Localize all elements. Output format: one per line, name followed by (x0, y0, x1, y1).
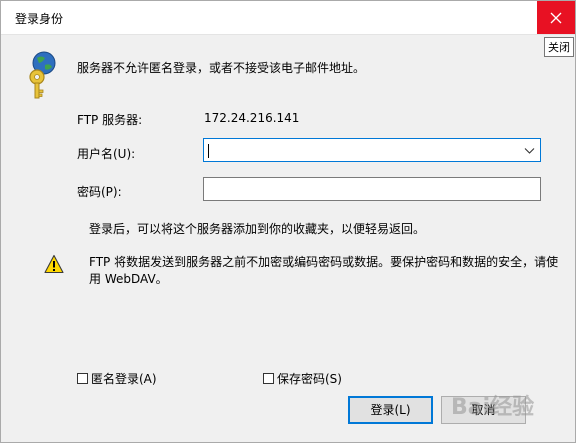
chevron-down-icon[interactable] (524, 145, 535, 156)
checkbox-box[interactable] (77, 373, 88, 384)
login-message: 服务器不允许匿名登录，或者不接受该电子邮件地址。 (77, 61, 366, 75)
login-dialog: 登录身份 关闭 服务器不允许匿名登录，或者不接受该电子邮件地址。 FTP 服务器… (0, 0, 576, 443)
password-label: 密码(P): (77, 185, 122, 199)
anonymous-login-checkbox[interactable]: 匿名登录(A) (77, 370, 157, 387)
close-button[interactable] (537, 1, 575, 34)
window-title: 登录身份 (15, 12, 64, 26)
watermark-logo: Bai经验 (451, 395, 535, 420)
anonymous-login-label: 匿名登录(A) (91, 372, 157, 386)
close-icon (550, 12, 562, 24)
security-warning: FTP 将数据发送到服务器之前不加密或编码密码或数据。要保护密码和数据的安全，请… (89, 255, 559, 286)
warning-icon (44, 254, 64, 274)
password-field[interactable] (203, 177, 541, 201)
save-password-checkbox[interactable]: 保存密码(S) (263, 370, 342, 387)
save-password-label: 保存密码(S) (277, 372, 342, 386)
username-combobox[interactable] (203, 138, 541, 162)
server-label: FTP 服务器: (77, 113, 143, 127)
server-value: 172.24.216.141 (204, 111, 300, 125)
favorites-note: 登录后，可以将这个服务器添加到你的收藏夹，以便轻易返回。 (89, 222, 426, 236)
username-label: 用户名(U): (77, 147, 136, 161)
login-button[interactable]: 登录(L) (348, 396, 433, 424)
title-bar[interactable]: 登录身份 (1, 1, 575, 35)
text-cursor (208, 144, 209, 158)
key-globe-icon (29, 51, 56, 99)
checkbox-box[interactable] (263, 373, 274, 384)
close-tooltip: 关闭 (544, 37, 574, 57)
